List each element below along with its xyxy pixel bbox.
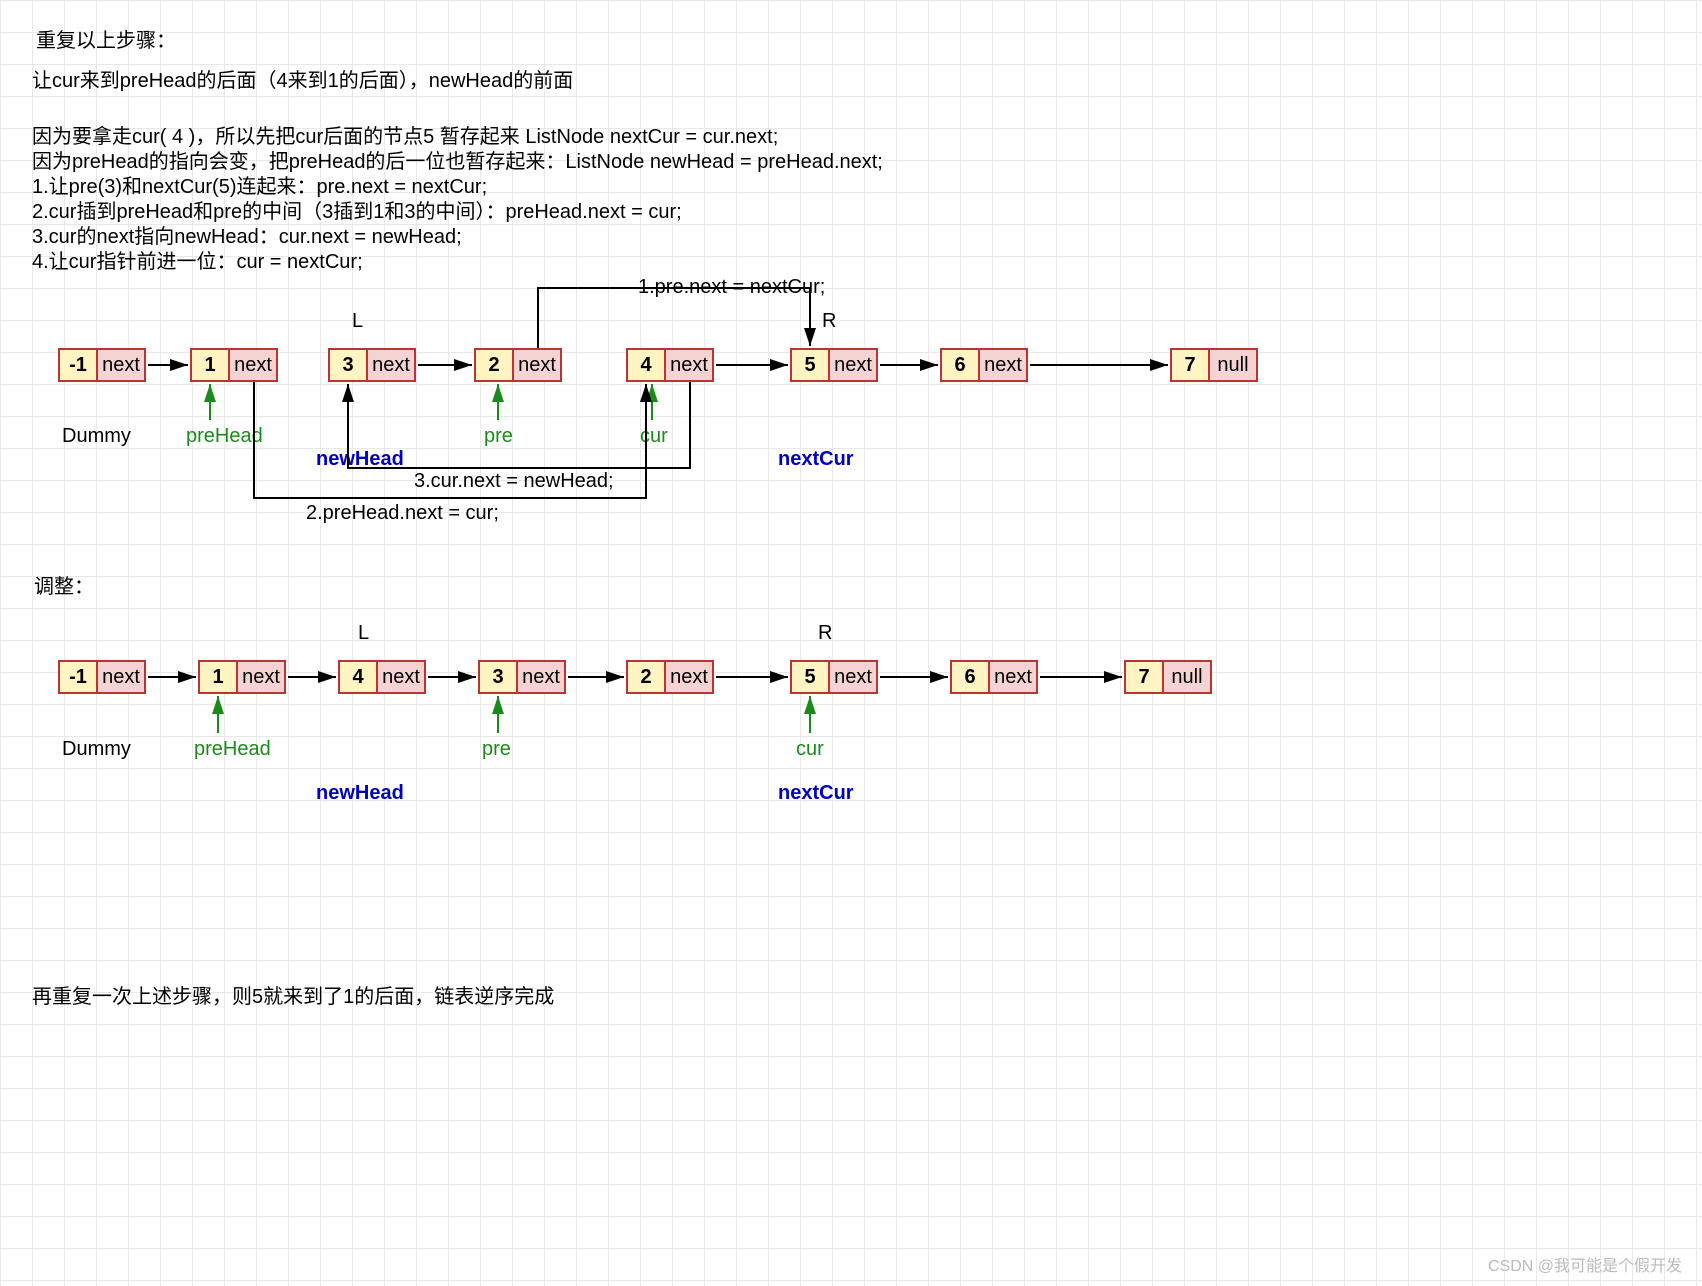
label-prehead-top: preHead [186,425,263,448]
node-next-d2n3: next [516,660,566,694]
node-next-d2n1: next [236,660,286,694]
node-next-d1n4: next [664,348,714,382]
node-next-d1n1: next [228,348,278,382]
line-goal: 让cur来到preHead的后面（4来到1的后面），newHead的前面 [32,64,573,93]
label-nextcur-bot: nextCur [778,782,854,805]
node-next-d1n2: next [366,348,416,382]
node-next-d2n0: next [96,660,146,694]
label-prehead-bot: preHead [194,738,271,761]
node-value-d2n6: 6 [950,660,990,694]
annot-step2: 2.preHead.next = cur; [306,502,499,525]
node-next-d2n6: next [988,660,1038,694]
line-repeat: 重复以上步骤： [36,24,176,53]
label-dummy-top: Dummy [62,425,131,448]
label-newhead-top: newHead [316,448,404,471]
node-value-d1n0: -1 [58,348,98,382]
label-L-bot: L [358,622,369,645]
node-value-d2n0: -1 [58,660,98,694]
node-value-d1n3: 2 [474,348,514,382]
label-pre-bot: pre [482,738,511,761]
line-step4t: 4.让cur指针前进一位：cur = nextCur; [32,245,363,274]
label-nextcur-top: nextCur [778,448,854,471]
node-value-d2n2: 4 [338,660,378,694]
label-pre-top: pre [484,425,513,448]
node-value-d2n7: 7 [1124,660,1164,694]
label-R-top: R [822,310,836,333]
node-next-d2n7: null [1162,660,1212,694]
node-value-d2n1: 1 [198,660,238,694]
label-cur-top: cur [640,425,668,448]
node-next-d2n2: next [376,660,426,694]
label-cur-bot: cur [796,738,824,761]
node-value-d1n6: 6 [940,348,980,382]
node-next-d1n6: next [978,348,1028,382]
node-value-d2n4: 2 [626,660,666,694]
label-newhead-bot: newHead [316,782,404,805]
node-next-d1n3: next [512,348,562,382]
node-value-d1n5: 5 [790,348,830,382]
node-next-d1n0: next [96,348,146,382]
node-value-d1n7: 7 [1170,348,1210,382]
watermark: CSDN @我可能是个假开发 [1488,1252,1682,1276]
node-next-d1n7: null [1208,348,1258,382]
node-value-d1n2: 3 [328,348,368,382]
node-value-d1n4: 4 [626,348,666,382]
label-R-bot: R [818,622,832,645]
label-dummy-bot: Dummy [62,738,131,761]
annot-step1: 1.pre.next = nextCur; [638,276,825,299]
node-value-d2n3: 3 [478,660,518,694]
line-end: 再重复一次上述步骤，则5就来到了1的后面，链表逆序完成 [32,980,554,1009]
node-value-d1n1: 1 [190,348,230,382]
label-adjust: 调整： [34,570,94,599]
node-next-d1n5: next [828,348,878,382]
node-next-d2n4: next [664,660,714,694]
node-next-d2n5: next [828,660,878,694]
annot-step3: 3.cur.next = newHead; [414,470,614,493]
label-L-top: L [352,310,363,333]
node-value-d2n5: 5 [790,660,830,694]
